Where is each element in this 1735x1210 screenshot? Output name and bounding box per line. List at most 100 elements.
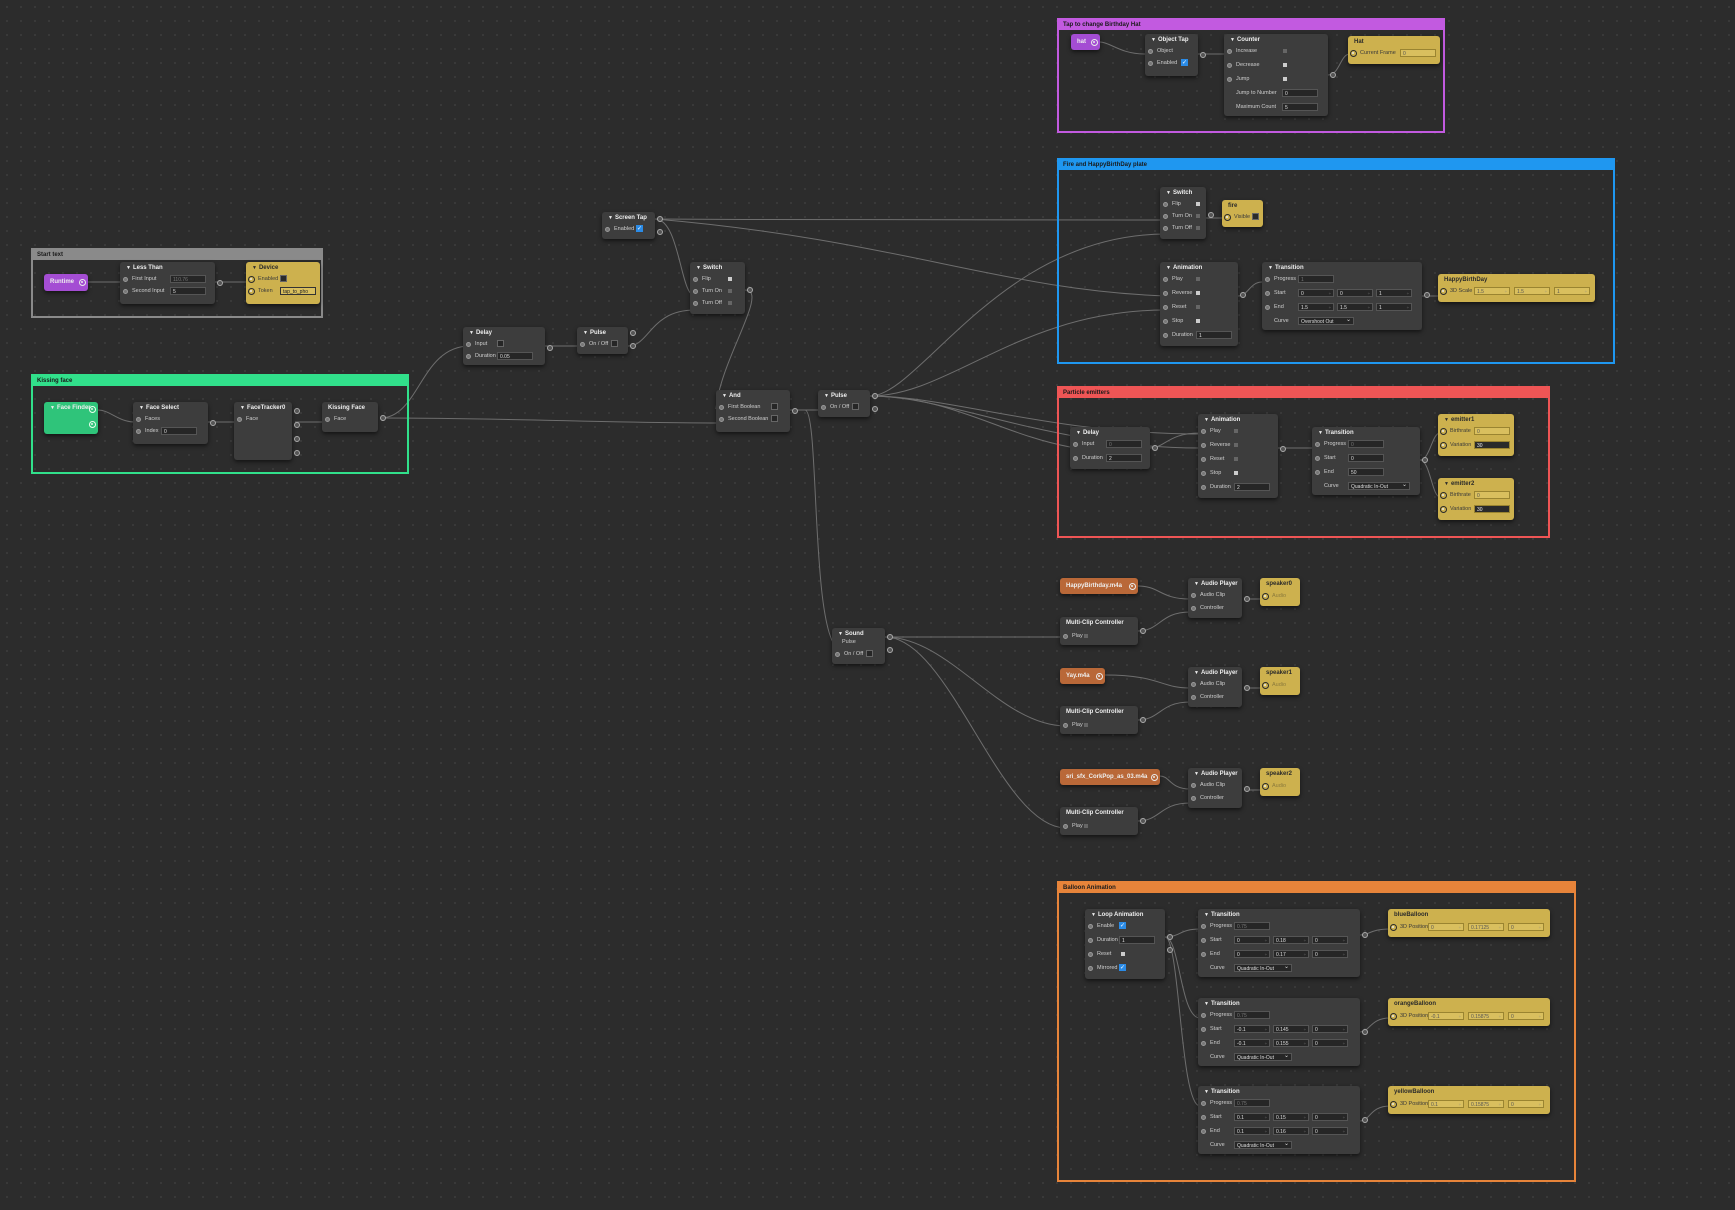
input-port[interactable] [1191,795,1196,801]
input-port[interactable] [1265,276,1270,282]
output-port[interactable] [1362,1117,1368,1123]
input-port[interactable] [1201,1128,1206,1134]
input-port[interactable] [1315,455,1320,461]
onoff-checkbox[interactable] [852,403,859,410]
input-port[interactable] [821,404,826,410]
input-port[interactable] [1262,782,1269,790]
collapse-caret-icon[interactable]: ▼ [608,215,613,221]
collapse-caret-icon[interactable]: ▼ [1204,1001,1209,1007]
output-port[interactable] [1140,717,1146,723]
output-port[interactable] [792,408,798,414]
curve-select[interactable]: Quadratic In-Out [1348,481,1410,490]
first-input-field[interactable]: 110.76 [170,275,206,283]
end-x-field[interactable]: -0.1 [1234,1039,1270,1048]
maximum-count-field[interactable]: 5 [1282,103,1318,111]
end-y-field[interactable]: 0.16 [1273,1127,1309,1136]
end-x-field[interactable]: 0.1 [1234,1127,1270,1136]
output-port[interactable] [210,420,216,426]
input-port[interactable] [1201,923,1206,929]
index-field[interactable]: 0 [161,427,197,435]
start-x-field[interactable]: 0 [1234,936,1270,945]
end-z-field[interactable]: 0 [1312,1039,1348,1048]
output-port[interactable] [1362,1029,1368,1035]
progress-field[interactable]: 1 [1298,275,1334,283]
current-frame-field[interactable]: 0 [1400,49,1436,57]
first-boolean-checkbox[interactable] [771,403,778,410]
output-port[interactable] [747,287,753,293]
input-port[interactable] [1201,456,1206,462]
input-port[interactable] [248,287,255,295]
output-port[interactable] [1424,292,1430,298]
position-y-field[interactable]: 0.17125 [1468,923,1504,932]
runtime-node[interactable]: Runtime [44,274,88,291]
switch-node[interactable]: ▼ Switch Flip Turn On Turn Off [690,262,753,314]
delay-node[interactable]: ▼ Delay Input Duration 0.05 [463,327,553,365]
speaker2-node[interactable]: speaker2 Audio [1260,768,1300,796]
output-port[interactable] [294,450,300,456]
input-port[interactable] [466,341,471,347]
transition-node[interactable]: ▼ Transition Progress 0 Start 0 End 50 Curve… [1312,427,1428,495]
position-x-field[interactable]: 0.1 [1428,1100,1464,1109]
enabled-checkbox[interactable] [280,275,287,282]
input-port[interactable] [1163,318,1168,324]
input-port[interactable] [1088,965,1093,971]
input-port[interactable] [1148,60,1153,66]
collapse-caret-icon[interactable]: ▼ [252,265,257,271]
output-port[interactable] [1240,292,1246,298]
output-port[interactable] [1140,628,1146,634]
collapse-caret-icon[interactable]: ▼ [1194,581,1199,587]
input-port[interactable] [1163,213,1168,219]
position-x-field[interactable]: -0.1 [1428,1012,1464,1021]
start-y-field[interactable]: 0.15 [1273,1113,1309,1122]
output-port[interactable] [79,279,86,286]
input-port[interactable] [1201,484,1206,490]
collapse-caret-icon[interactable]: ▼ [1166,190,1171,196]
input-port[interactable] [1063,823,1068,829]
input-port[interactable] [1440,505,1447,513]
output-port[interactable] [89,406,96,413]
audio-asset-node[interactable]: sri_sfx_CorkPop_as_03.m4a [1060,769,1160,785]
input-port[interactable] [1063,633,1068,639]
collapse-caret-icon[interactable]: ▼ [722,393,727,399]
birthrate-field[interactable]: 0 [1474,427,1510,435]
output-port[interactable] [294,436,300,442]
curve-select[interactable]: Quadratic In-Out [1234,1052,1292,1061]
orange-balloon-node[interactable]: orangeBalloon 3D Position-0.1 0.15875 0 [1388,998,1550,1026]
output-port[interactable] [294,422,300,428]
input-port[interactable] [123,288,128,294]
emitter1-node[interactable]: ▼ emitter1 Birthrate 0 Variation 30 [1438,414,1514,456]
input-port[interactable] [1163,201,1168,207]
animation-node[interactable]: ▼ Animation Play Reverse Reset Stop Durat… [1160,262,1246,346]
input-port[interactable] [1201,951,1206,957]
curve-select[interactable]: Quadratic In-Out [1234,963,1292,972]
input-port[interactable] [1224,213,1231,221]
input-port[interactable] [1201,1100,1206,1106]
input-port[interactable] [1163,225,1168,231]
output-port[interactable] [1422,457,1428,463]
yellow-balloon-node[interactable]: yellowBalloon 3D Position0.1 0.15875 0 [1388,1086,1550,1114]
audio-asset-node[interactable]: Yay.m4a [1060,668,1105,684]
collapse-caret-icon[interactable]: ▼ [583,330,588,336]
counter-node[interactable]: ▼ Counter Increase Decrease Jump Jump to … [1224,34,1336,116]
input-port[interactable] [1315,441,1320,447]
face-tracker-node[interactable]: ▼ FaceTracker0 Face [234,402,300,460]
output-port[interactable] [1091,38,1098,46]
audio-player-node[interactable]: ▼ Audio Player Audio Clip Controller [1188,578,1250,618]
input-port[interactable] [1440,491,1447,499]
start-z-field[interactable]: 0 [1312,1025,1348,1034]
output-port[interactable] [630,343,636,349]
speaker1-node[interactable]: speaker1 Audio [1260,667,1300,695]
output-port[interactable] [1330,72,1336,78]
duration-field[interactable]: 1 [1119,936,1155,944]
end-field[interactable]: 50 [1348,468,1384,476]
output-port[interactable] [89,421,96,428]
scale-z-field[interactable]: 1 [1554,287,1590,296]
input-port[interactable] [1227,62,1232,68]
input-port[interactable] [1390,923,1397,931]
progress-field[interactable]: 0.75 [1234,1011,1270,1019]
start-x-field[interactable]: -0.1 [1234,1025,1270,1034]
start-y-field[interactable]: 0 [1337,289,1373,298]
output-port[interactable] [1244,786,1250,792]
collapse-caret-icon[interactable]: ▼ [139,405,144,411]
output-port[interactable] [657,216,663,222]
